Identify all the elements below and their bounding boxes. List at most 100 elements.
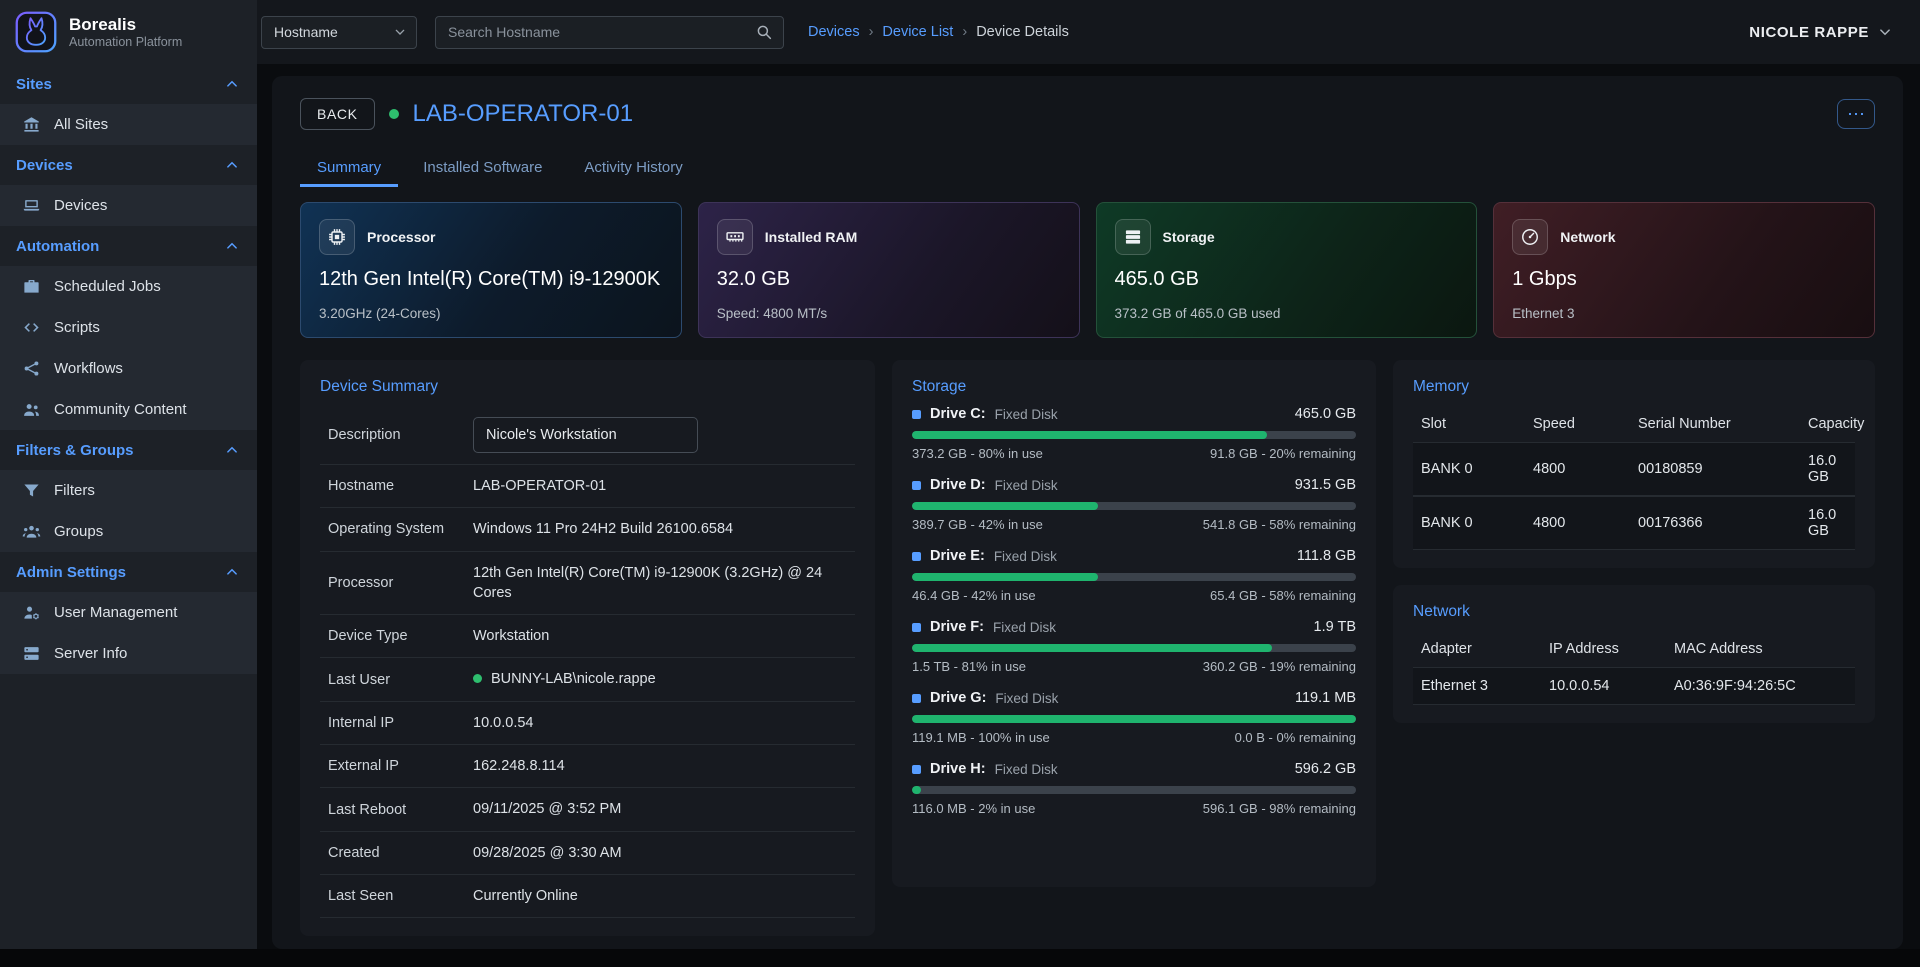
chevron-up-icon	[223, 156, 241, 174]
drive-stats: 119.1 MB - 100% in use 0.0 B - 0% remain…	[912, 730, 1356, 745]
table-cell: BANK 0	[1421, 515, 1533, 531]
network-panel: Network AdapterIP AddressMAC AddressEthe…	[1393, 585, 1875, 723]
summary-row-created: Created 09/28/2025 @ 3:30 AM	[320, 832, 855, 875]
sidebar-section-admin-settings[interactable]: Admin Settings	[0, 552, 257, 592]
memory-panel: Memory SlotSpeedSerial NumberCapacityBAN…	[1393, 360, 1875, 568]
sidebar-item-label: All Sites	[54, 116, 108, 133]
search-icon	[755, 23, 773, 41]
table-cell: BANK 0	[1421, 461, 1533, 477]
back-button[interactable]: BACK	[300, 98, 375, 130]
sidebar-item-scripts[interactable]: Scripts	[0, 307, 257, 348]
drive-used-text: 119.1 MB - 100% in use	[912, 730, 1050, 745]
filter-icon	[22, 481, 41, 500]
summary-row-hostname: Hostname LAB-OPERATOR-01	[320, 465, 855, 508]
breadcrumb-device-list[interactable]: Device List	[882, 24, 953, 40]
drive-used-text: 46.4 GB - 42% in use	[912, 588, 1036, 603]
drive-usage-bar	[912, 786, 1356, 794]
stat-card-ram: Installed RAM 32.0 GB Speed: 4800 MT/s	[698, 202, 1080, 338]
breadcrumb-separator: ›	[962, 24, 967, 40]
stat-card-value: 32.0 GB	[717, 268, 1061, 291]
summary-row-last-reboot: Last Reboot 09/11/2025 @ 3:52 PM	[320, 788, 855, 831]
drive-type: Fixed Disk	[995, 691, 1058, 706]
drive-usage-bar	[912, 715, 1356, 723]
sidebar-section-label: Automation	[16, 238, 99, 255]
table-header: Serial Number	[1638, 416, 1808, 432]
sidebar-item-all-sites[interactable]: All Sites	[0, 104, 257, 145]
drive-stats: 1.5 TB - 81% in use 360.2 GB - 19% remai…	[912, 659, 1356, 674]
drive-remaining-text: 541.8 GB - 58% remaining	[1203, 517, 1356, 532]
sidebar-item-community-content[interactable]: Community Content	[0, 389, 257, 430]
breadcrumb-devices[interactable]: Devices	[808, 24, 860, 40]
tab-activity-history[interactable]: Activity History	[567, 148, 699, 187]
drive-usage-bar	[912, 502, 1356, 510]
summary-row-internal-ip: Internal IP 10.0.0.54	[320, 702, 855, 745]
sidebar-item-server-info[interactable]: Server Info	[0, 633, 257, 674]
drive-type: Fixed Disk	[994, 549, 1057, 564]
drive-bullet-icon	[912, 765, 921, 774]
table-header: MAC Address	[1674, 641, 1847, 657]
app-name: Borealis	[69, 15, 182, 35]
description-input[interactable]	[473, 417, 698, 453]
summary-row-label: Last User	[328, 672, 473, 688]
search-input[interactable]	[448, 24, 755, 40]
drive-list: Drive C: Fixed Disk 465.0 GB 373.2 GB - …	[912, 406, 1356, 816]
right-column: Memory SlotSpeedSerial NumberCapacityBAN…	[1393, 360, 1875, 723]
more-actions-button[interactable]: ⋯	[1837, 99, 1875, 129]
main-area: Hostname Devices›Device List›Device Deta…	[257, 0, 1920, 949]
search-hostname-box[interactable]	[435, 16, 784, 49]
drive-name: Drive G:	[930, 690, 986, 706]
sidebar-section-label: Admin Settings	[16, 564, 126, 581]
breadcrumb-device-details: Device Details	[976, 24, 1069, 40]
drive-usage-bar	[912, 644, 1356, 652]
sidebar-item-devices[interactable]: Devices	[0, 185, 257, 226]
sidebar-section-sites[interactable]: Sites	[0, 64, 257, 104]
drive-header: Drive G: Fixed Disk 119.1 MB	[912, 690, 1356, 706]
hostname-filter-select[interactable]: Hostname	[261, 16, 417, 49]
tab-installed-software[interactable]: Installed Software	[406, 148, 559, 187]
sidebar-section-devices[interactable]: Devices	[0, 145, 257, 185]
tab-summary[interactable]: Summary	[300, 148, 398, 187]
sidebar-nav: Sites All Sites Devices Devices Automati…	[0, 64, 257, 674]
sidebar-item-groups[interactable]: Groups	[0, 511, 257, 552]
briefcase-icon	[22, 277, 41, 296]
drive-header: Drive D: Fixed Disk 931.5 GB	[912, 477, 1356, 493]
table-cell: 4800	[1533, 461, 1638, 477]
drive-header: Drive E: Fixed Disk 111.8 GB	[912, 548, 1356, 564]
sidebar-section-label: Devices	[16, 157, 73, 174]
sidebar-section-automation[interactable]: Automation	[0, 226, 257, 266]
drive-remaining-text: 65.4 GB - 58% remaining	[1210, 588, 1356, 603]
drive-stats: 46.4 GB - 42% in use 65.4 GB - 58% remai…	[912, 588, 1356, 603]
gauge-icon	[1512, 219, 1548, 255]
sidebar-item-scheduled-jobs[interactable]: Scheduled Jobs	[0, 266, 257, 307]
stat-card-title: Installed RAM	[765, 229, 858, 245]
summary-row-label: Description	[328, 427, 473, 443]
drive-used-text: 389.7 GB - 42% in use	[912, 517, 1043, 532]
stat-card-storage: Storage 465.0 GB 373.2 GB of 465.0 GB us…	[1096, 202, 1478, 338]
device-summary-title: Device Summary	[320, 378, 855, 396]
device-details-panel: BACK LAB-OPERATOR-01 ⋯ SummaryInstalled …	[272, 76, 1903, 949]
summary-row-label: Internal IP	[328, 715, 473, 731]
stat-card-title: Storage	[1163, 229, 1215, 245]
app-logo[interactable]: Borealis Automation Platform	[0, 0, 257, 64]
stat-card-value: 465.0 GB	[1115, 268, 1459, 291]
drive-size: 465.0 GB	[1295, 406, 1356, 422]
sidebar-item-workflows[interactable]: Workflows	[0, 348, 257, 389]
drive-drive-f: Drive F: Fixed Disk 1.9 TB 1.5 TB - 81% …	[912, 619, 1356, 674]
user-menu[interactable]: NICOLE RAPPE	[1749, 23, 1894, 41]
summary-row-description: Description	[320, 406, 855, 465]
table-cell: 10.0.0.54	[1549, 678, 1674, 694]
sidebar-section-filters-groups[interactable]: Filters & Groups	[0, 430, 257, 470]
drive-usage-fill	[912, 644, 1272, 652]
sidebar-item-filters[interactable]: Filters	[0, 470, 257, 511]
storage-title: Storage	[912, 378, 1356, 396]
summary-row-label: External IP	[328, 758, 473, 774]
summary-row-value: Workstation	[473, 626, 855, 646]
table-cell: Ethernet 3	[1421, 678, 1549, 694]
sidebar-item-user-management[interactable]: User Management	[0, 592, 257, 633]
drive-used-text: 373.2 GB - 80% in use	[912, 446, 1043, 461]
summary-row-value: 162.248.8.114	[473, 756, 855, 776]
summary-row-device-type: Device Type Workstation	[320, 615, 855, 658]
table-row: Ethernet 310.0.0.54A0:36:9F:94:26:5C	[1413, 667, 1855, 705]
drive-bullet-icon	[912, 481, 921, 490]
logo-text: Borealis Automation Platform	[69, 15, 182, 49]
